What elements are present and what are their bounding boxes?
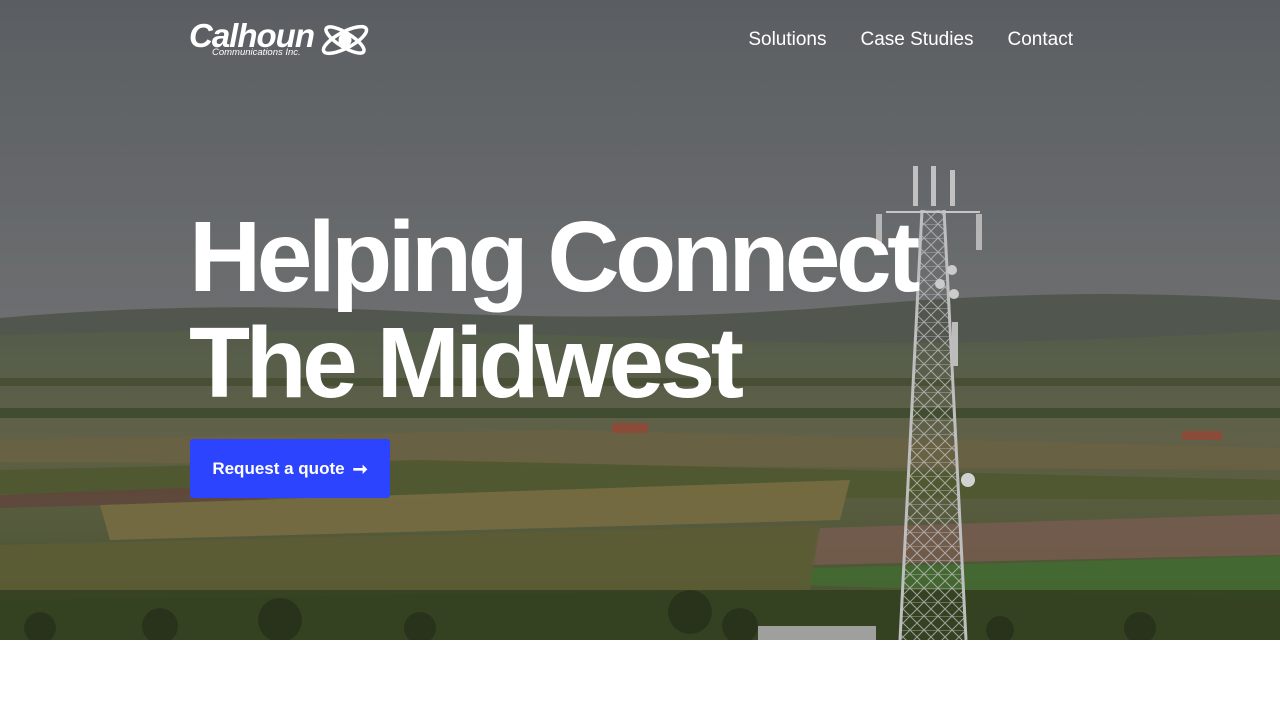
hero-headline: Helping Connect The Midwest: [189, 201, 920, 419]
request-quote-button[interactable]: Request a quote ➞: [190, 439, 390, 498]
nav-item-case-studies[interactable]: Case Studies: [861, 27, 974, 53]
hero-headline-line-1: Helping Connect: [189, 201, 920, 313]
nav-item-solutions[interactable]: Solutions: [748, 27, 826, 53]
hero-headline-line-2: The Midwest: [189, 307, 744, 419]
main-nav: Solutions Case Studies Contact: [748, 27, 1073, 53]
arrow-right-icon: ➞: [352, 458, 368, 479]
hero-section: Calhoun Communications Inc. Solutions Ca…: [0, 0, 1280, 640]
atom-icon: [321, 24, 369, 56]
nav-item-contact[interactable]: Contact: [1008, 27, 1073, 53]
content-section: [0, 640, 1280, 720]
company-logo[interactable]: Calhoun Communications Inc.: [189, 16, 375, 64]
request-quote-label: Request a quote: [212, 458, 345, 478]
logo-tagline: Communications Inc.: [212, 47, 301, 58]
